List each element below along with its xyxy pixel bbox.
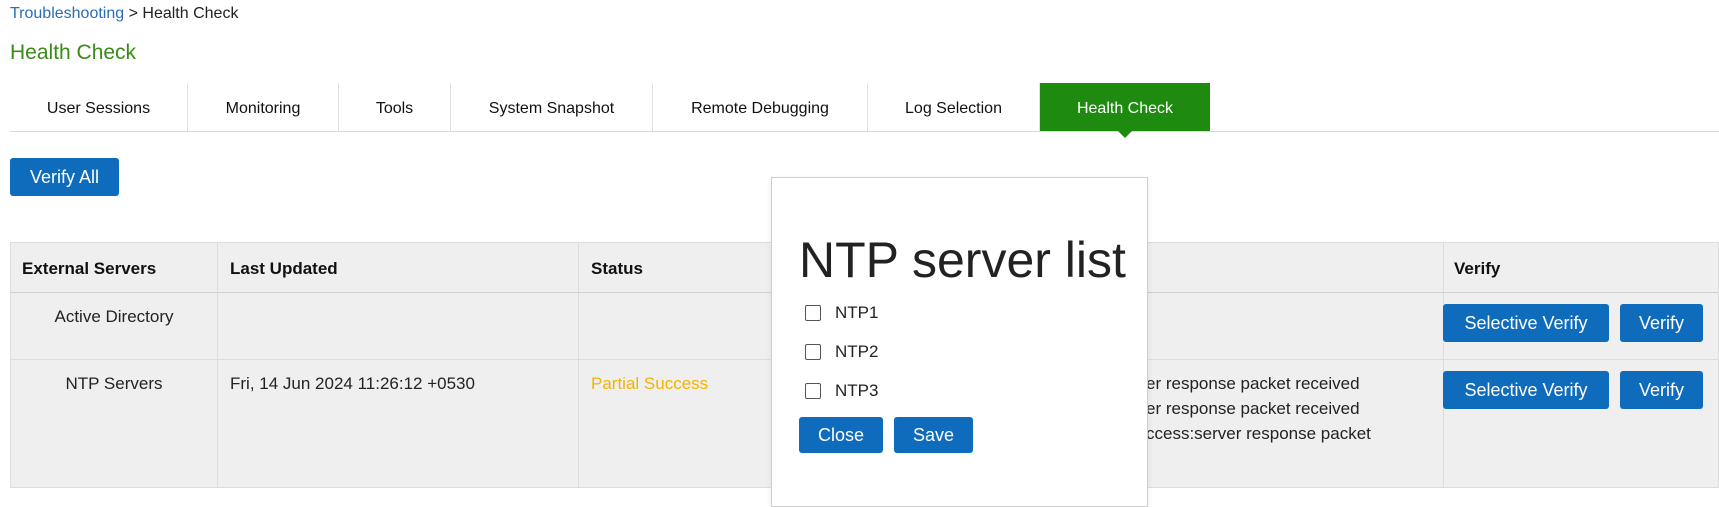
page-title: Health Check [10, 41, 137, 64]
header-verify: Verify [1454, 259, 1501, 278]
ntp-option-label: NTP1 [835, 303, 879, 322]
ntp-option[interactable]: NTP3 [805, 381, 878, 401]
header-status: Status [591, 259, 643, 278]
status-details: er response packet received er response … [1146, 371, 1371, 446]
checkbox[interactable] [805, 305, 821, 321]
tab-remote-debugging[interactable]: Remote Debugging [653, 83, 868, 131]
ntp-option[interactable]: NTP2 [805, 342, 878, 362]
detail-line: ccess:server response packet [1146, 424, 1371, 443]
breadcrumb-link-troubleshooting[interactable]: Troubleshooting [10, 5, 124, 22]
detail-line: er response packet received [1146, 374, 1360, 393]
checkbox[interactable] [805, 383, 821, 399]
breadcrumb-separator: > [124, 5, 143, 22]
ntp-option-label: NTP3 [835, 381, 879, 400]
verify-button[interactable]: Verify [1620, 304, 1703, 342]
last-updated-value: Fri, 14 Jun 2024 11:26:12 +0530 [230, 374, 475, 393]
header-external-servers: External Servers [22, 259, 157, 278]
checkbox[interactable] [805, 344, 821, 360]
verify-all-button[interactable]: Verify All [10, 158, 119, 196]
verify-button[interactable]: Verify [1620, 371, 1703, 409]
dialog-title: NTP server list [799, 232, 1126, 288]
ntp-option[interactable]: NTP1 [805, 303, 878, 323]
selective-verify-button[interactable]: Selective Verify [1443, 371, 1609, 409]
tab-tools[interactable]: Tools [339, 83, 451, 131]
close-button[interactable]: Close [799, 417, 883, 453]
status-badge: Partial Success [591, 374, 709, 393]
ntp-server-list-dialog: NTP server list NTP1 NTP2 NTP3 Close Sav… [771, 177, 1148, 507]
tab-user-sessions[interactable]: User Sessions [10, 83, 188, 131]
tab-monitoring[interactable]: Monitoring [188, 83, 339, 131]
server-name: NTP Servers [65, 374, 163, 393]
tab-health-check[interactable]: Health Check [1040, 83, 1210, 138]
ntp-option-label: NTP2 [835, 342, 879, 361]
tab-bar: User Sessions Monitoring Tools System Sn… [10, 83, 1719, 138]
tab-log-selection[interactable]: Log Selection [868, 83, 1040, 131]
header-last-updated: Last Updated [230, 259, 338, 278]
selective-verify-button[interactable]: Selective Verify [1443, 304, 1609, 342]
save-button[interactable]: Save [894, 417, 973, 453]
breadcrumb-current: Health Check [142, 5, 239, 22]
breadcrumb: Troubleshooting > Health Check [10, 5, 238, 23]
detail-line: er response packet received [1146, 399, 1360, 418]
tab-system-snapshot[interactable]: System Snapshot [451, 83, 653, 131]
server-name: Active Directory [54, 307, 174, 326]
